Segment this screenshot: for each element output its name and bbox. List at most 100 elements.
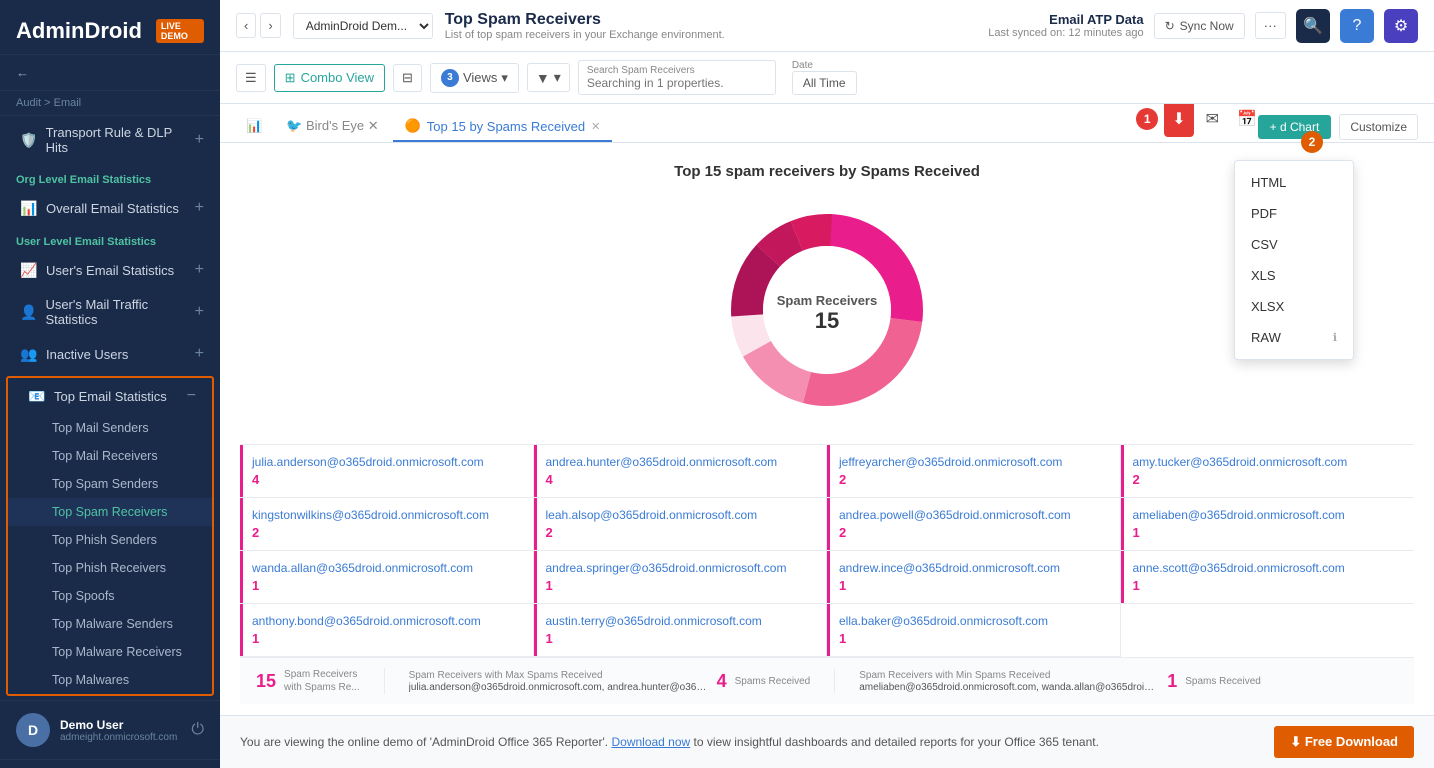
sidebar-subitem-top-phish-receivers[interactable]: Top Phish Receivers — [8, 554, 212, 582]
sync-now-button[interactable]: ↻ Sync Now — [1154, 13, 1245, 39]
table-row: andrea.powell@o365droid.onmicrosoft.com … — [827, 498, 1121, 551]
export-xlsx[interactable]: XLSX — [1235, 291, 1353, 322]
table-row: leah.alsop@o365droid.onmicrosoft.com 2 — [534, 498, 828, 551]
bar-chart-icon[interactable]: 📊 — [236, 112, 272, 142]
nav-back-button[interactable]: ‹ — [236, 13, 256, 38]
combo-view-button[interactable]: ⊞ Combo View — [274, 64, 385, 92]
email-cell[interactable]: andrea.powell@o365droid.onmicrosoft.com — [839, 508, 1104, 522]
count-cell: 1 — [546, 631, 811, 646]
more-options-button[interactable]: ··· — [1255, 12, 1286, 39]
sidebar-subitem-top-spam-senders[interactable]: Top Spam Senders — [8, 470, 212, 498]
user-level-section-label: User Level Email Statistics — [0, 226, 220, 252]
email-cell[interactable]: kingstonwilkins@o365droid.onmicrosoft.co… — [252, 508, 517, 522]
sidebar-subitem-top-mail-receivers[interactable]: Top Mail Receivers — [8, 442, 212, 470]
sidebar-item-transport[interactable]: 🛡️ Transport Rule & DLP Hits + — [0, 116, 220, 164]
search-button[interactable]: 🔍 — [1296, 9, 1330, 43]
views-badge: 3 — [441, 69, 459, 87]
email-cell[interactable]: anthony.bond@o365droid.onmicrosoft.com — [252, 614, 517, 628]
sidebar-subitem-top-phish-senders[interactable]: Top Phish Senders — [8, 526, 212, 554]
export-csv[interactable]: CSV — [1235, 229, 1353, 260]
download-button[interactable]: ⬇ — [1164, 104, 1193, 137]
email-cell[interactable]: wanda.allan@o365droid.onmicrosoft.com — [252, 561, 517, 575]
bottom-banner: You are viewing the online demo of 'Admi… — [220, 715, 1434, 768]
views-button[interactable]: 3 Views ▾ — [430, 63, 519, 93]
breadcrumb-select[interactable]: AdminDroid Dem... — [293, 13, 433, 39]
table-row: austin.terry@o365droid.onmicrosoft.com 1 — [534, 604, 828, 657]
sidebar-subitem-top-spoofs[interactable]: Top Spoofs — [8, 582, 212, 610]
sidebar-subitem-top-mail-senders[interactable]: Top Mail Senders — [8, 414, 212, 442]
email-cell[interactable]: andrea.springer@o365droid.onmicrosoft.co… — [546, 561, 811, 575]
customize-button[interactable]: Customize — [1339, 114, 1418, 140]
email-cell[interactable]: julia.anderson@o365droid.onmicrosoft.com — [252, 455, 517, 469]
email-cell[interactable]: amy.tucker@o365droid.onmicrosoft.com — [1133, 455, 1399, 469]
svg-text:Spam Receivers: Spam Receivers — [777, 293, 877, 308]
count-cell: 1 — [1133, 578, 1399, 593]
count-cell: 2 — [1133, 472, 1399, 487]
filter-icon: ▼ — [536, 70, 550, 86]
birds-eye-tab[interactable]: 🐦 Bird's Eye ✕ — [276, 112, 388, 142]
tab-top15-spams[interactable]: 🟠 Top 15 by Spams Received ✕ — [393, 112, 613, 142]
help-button[interactable]: ? — [1340, 9, 1374, 43]
table-row: jeffreyarcher@o365droid.onmicrosoft.com … — [827, 445, 1121, 498]
sidebar-back-button[interactable]: ← — [0, 55, 220, 91]
download-now-link[interactable]: Download now — [611, 735, 690, 749]
search-input[interactable] — [587, 76, 767, 90]
table-row: julia.anderson@o365droid.onmicrosoft.com… — [240, 445, 534, 498]
user-email-expand-icon: + — [195, 261, 204, 279]
date-button[interactable]: All Time — [792, 71, 857, 95]
export-xls[interactable]: XLS — [1235, 260, 1353, 291]
filter-button[interactable]: ▼ ▾ — [527, 63, 570, 92]
export-dropdown: 1 ⬇ ✉ 📅 2 HTML — [1234, 160, 1354, 360]
sidebar-item-overall[interactable]: 📊 Overall Email Statistics + — [0, 190, 220, 226]
sidebar-collapse-button[interactable]: ‹ — [0, 759, 220, 768]
sidebar-item-user-traffic[interactable]: 👤 User's Mail Traffic Statistics + — [0, 288, 220, 336]
sidebar-subitem-top-malware-receivers[interactable]: Top Malware Receivers — [8, 638, 212, 666]
email-cell[interactable]: leah.alsop@o365droid.onmicrosoft.com — [546, 508, 811, 522]
stat-total: 15 Spam Receiverswith Spams Re... — [256, 668, 385, 694]
count-cell: 1 — [252, 631, 517, 646]
stat-max: Spam Receivers with Max Spams Received j… — [409, 669, 836, 693]
email-cell[interactable]: andrea.hunter@o365droid.onmicrosoft.com — [546, 455, 811, 469]
sidebar-item-top-email-stats[interactable]: 📧 Top Email Statistics − — [8, 378, 212, 414]
export-pdf[interactable]: PDF — [1235, 198, 1353, 229]
schedule-icon: 📅 — [1237, 111, 1257, 128]
tab-close-icon[interactable]: ✕ — [591, 120, 600, 133]
count-cell: 1 — [252, 578, 517, 593]
list-view-button[interactable]: ☰ — [236, 64, 266, 92]
nav-forward-button[interactable]: › — [260, 13, 280, 38]
email-export-button[interactable]: ✉ — [1200, 104, 1225, 135]
export-html[interactable]: HTML — [1235, 167, 1353, 198]
filter-down-icon: ▾ — [554, 69, 561, 86]
sidebar-subitem-top-spam-receivers[interactable]: Top Spam Receivers — [8, 498, 212, 526]
badge-1: 1 — [1136, 108, 1158, 130]
top-email-icon: 📧 — [28, 388, 46, 405]
toolbar: ☰ ⊞ Combo View ⊟ 3 Views ▾ ▼ ▾ Search Sp… — [220, 52, 1434, 104]
top-email-collapse-icon: − — [187, 387, 196, 405]
raw-info-icon: ℹ — [1333, 331, 1337, 344]
power-icon[interactable]: ⏻ — [191, 721, 204, 739]
email-cell[interactable]: andrew.ince@o365droid.onmicrosoft.com — [839, 561, 1104, 575]
banner-text: You are viewing the online demo of 'Admi… — [240, 735, 1099, 749]
email-cell[interactable]: anne.scott@o365droid.onmicrosoft.com — [1133, 561, 1399, 575]
svg-text:15: 15 — [815, 308, 839, 333]
settings-button[interactable]: ⚙ — [1384, 9, 1418, 43]
tab-icon: 🟠 — [405, 118, 421, 134]
search-container: Search Spam Receivers — [578, 60, 776, 95]
free-download-button[interactable]: ⬇ Free Download — [1274, 726, 1414, 758]
sidebar-subitem-top-malware-senders[interactable]: Top Malware Senders — [8, 610, 212, 638]
email-cell[interactable]: austin.terry@o365droid.onmicrosoft.com — [546, 614, 811, 628]
sidebar-item-inactive[interactable]: 👥 Inactive Users + — [0, 336, 220, 372]
grid-view-button[interactable]: ⊟ — [393, 64, 422, 92]
sync-sub: Last synced on: 12 minutes ago — [988, 27, 1143, 39]
download-icon: ⬇ — [1172, 109, 1185, 129]
sidebar-subitem-top-malwares[interactable]: Top Malwares — [8, 666, 212, 694]
table-row: anthony.bond@o365droid.onmicrosoft.com 1 — [240, 604, 534, 657]
stat-total-label: Spam Receiverswith Spams Re... — [284, 668, 360, 694]
email-cell[interactable]: jeffreyarcher@o365droid.onmicrosoft.com — [839, 455, 1104, 469]
export-raw[interactable]: RAW ℹ — [1235, 322, 1353, 353]
user-email: admeight.onmicrosoft.com — [60, 732, 177, 743]
email-cell[interactable]: ameliaben@o365droid.onmicrosoft.com — [1133, 508, 1399, 522]
email-cell[interactable]: ella.baker@o365droid.onmicrosoft.com — [839, 614, 1104, 628]
schedule-button[interactable]: 📅 — [1231, 104, 1263, 135]
sidebar-item-user-email[interactable]: 📈 User's Email Statistics + — [0, 252, 220, 288]
